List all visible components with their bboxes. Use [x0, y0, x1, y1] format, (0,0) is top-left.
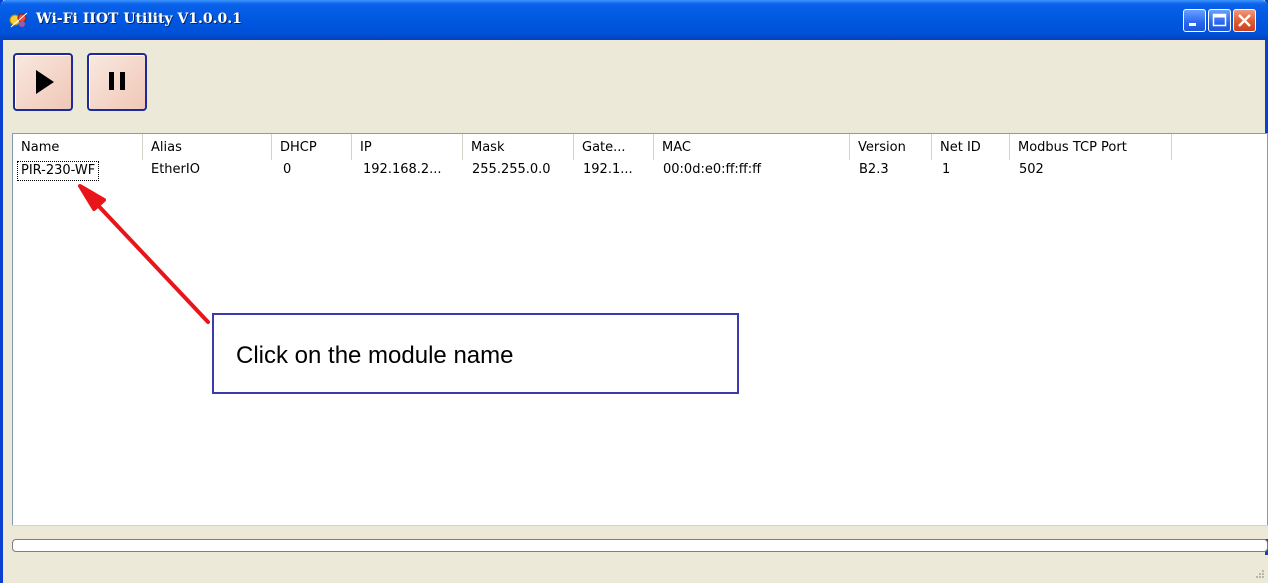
- maximize-icon: [1212, 13, 1227, 27]
- device-mask-cell: 255.255.0.0: [472, 162, 551, 177]
- window-title: Wi-Fi IIOT Utility V1.0.0.1: [36, 11, 242, 27]
- device-gateway-cell: 192.1...: [583, 162, 633, 177]
- title-bar[interactable]: Wi-Fi IIOT Utility V1.0.0.1: [0, 0, 1268, 40]
- column-header-net-id[interactable]: Net ID: [932, 134, 1010, 160]
- minimize-icon: [1189, 23, 1196, 26]
- pause-icon: [109, 72, 125, 90]
- column-header-version[interactable]: Version: [850, 134, 932, 160]
- app-icon: [9, 12, 28, 28]
- column-header-ip[interactable]: IP: [352, 134, 463, 160]
- device-ip-cell: 192.168.2...: [363, 162, 442, 177]
- column-header-mask[interactable]: Mask: [463, 134, 574, 160]
- minimize-button[interactable]: [1183, 9, 1206, 32]
- status-bar: [3, 555, 1268, 583]
- close-icon: [1238, 14, 1251, 27]
- device-list-header: Name Alias DHCP IP Mask Gate... MAC Vers…: [13, 134, 1267, 160]
- device-modbus-port-cell: 502: [1019, 162, 1044, 177]
- play-icon: [36, 70, 54, 94]
- column-header-dhcp[interactable]: DHCP: [272, 134, 352, 160]
- pause-scan-button[interactable]: [87, 53, 147, 111]
- progress-bar: [12, 539, 1268, 552]
- device-version-cell: B2.3: [859, 162, 889, 177]
- app-window: Wi-Fi IIOT Utility V1.0.0.1 Name Alias D…: [0, 0, 1268, 583]
- device-dhcp-cell: 0: [283, 162, 292, 177]
- column-header-mac[interactable]: MAC: [654, 134, 850, 160]
- column-header-alias[interactable]: Alias: [143, 134, 272, 160]
- device-mac-cell: 00:0d:e0:ff:ff:ff: [663, 162, 762, 177]
- maximize-button[interactable]: [1208, 9, 1231, 32]
- column-header-name[interactable]: Name: [13, 134, 143, 160]
- device-alias-cell: EtherIO: [151, 162, 200, 177]
- start-scan-button[interactable]: [13, 53, 73, 111]
- column-header-modbus-tcp-port[interactable]: Modbus TCP Port: [1010, 134, 1172, 160]
- annotation-callout: Click on the module name: [212, 313, 739, 394]
- status-strip: [12, 525, 1268, 539]
- resize-grip-icon[interactable]: [1255, 569, 1265, 579]
- device-net-id-cell: 1: [942, 162, 951, 177]
- close-button[interactable]: [1233, 9, 1256, 32]
- device-name-cell[interactable]: PIR-230-WF: [17, 161, 100, 181]
- column-header-gateway[interactable]: Gate...: [574, 134, 654, 160]
